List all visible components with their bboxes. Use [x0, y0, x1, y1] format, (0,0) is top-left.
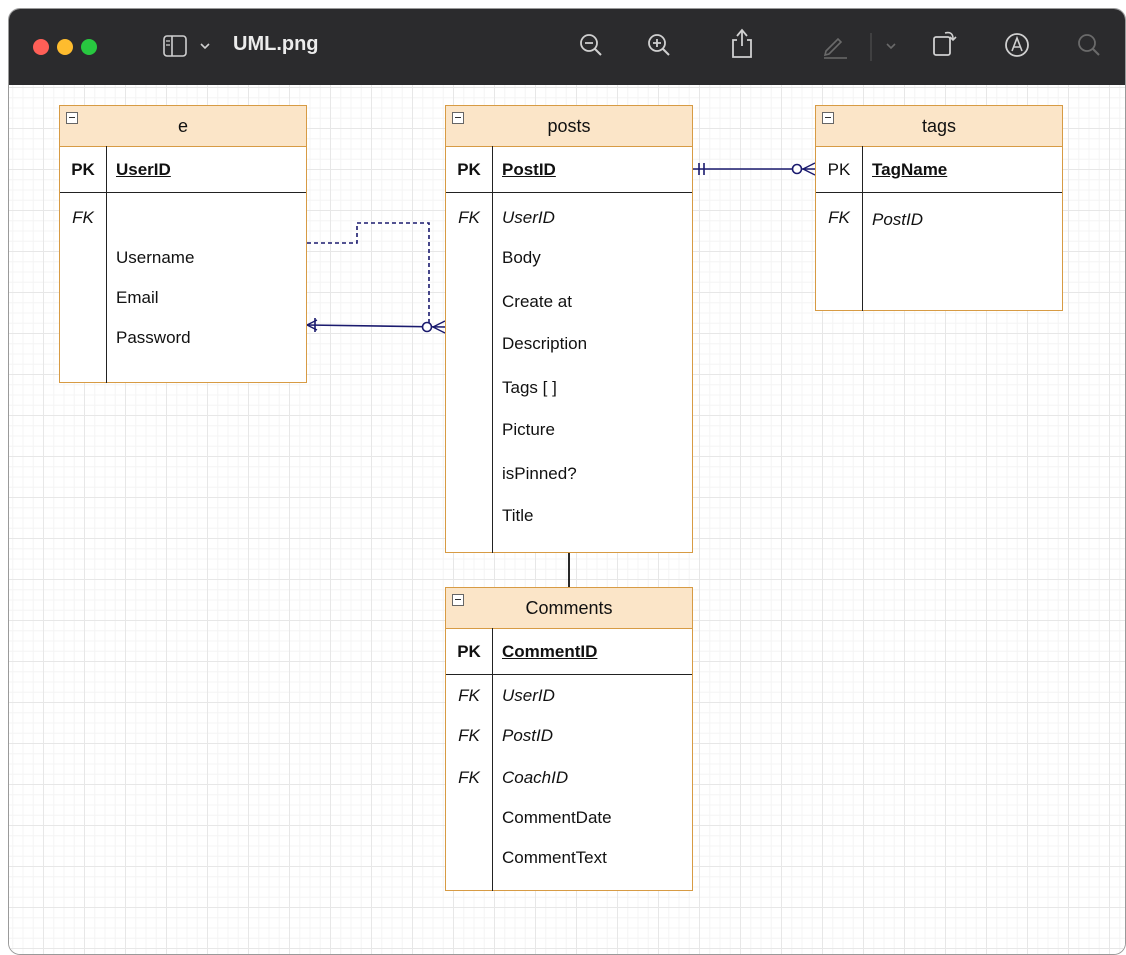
primary-key-row: PK TagName	[816, 146, 1062, 193]
collapse-icon[interactable]	[822, 112, 834, 124]
entity-header: e	[60, 106, 306, 147]
field: PostID	[872, 210, 924, 229]
collapse-icon[interactable]	[452, 112, 464, 124]
field: isPinned?	[502, 464, 577, 483]
fk-label: FK	[72, 208, 94, 227]
entity-header: tags	[816, 106, 1062, 147]
field: Tags [ ]	[502, 378, 557, 397]
entity-title: Comments	[525, 598, 613, 618]
search-icon[interactable]	[1075, 31, 1103, 59]
pk-label: PK	[457, 160, 481, 179]
field: Username	[116, 248, 195, 267]
fk-label: FK	[458, 768, 480, 787]
entity-title: posts	[547, 116, 591, 136]
entity-header: posts	[446, 106, 692, 147]
field: Title	[502, 506, 534, 525]
field: UserID	[502, 686, 555, 705]
collapse-icon[interactable]	[452, 594, 464, 606]
field: CommentText	[502, 848, 607, 867]
image-canvas[interactable]: e PK UserID FK Username Email Password p…	[9, 85, 1125, 954]
pk-label: PK	[71, 160, 95, 179]
field: Description	[502, 334, 588, 353]
entity-e[interactable]: e PK UserID FK Username Email Password	[59, 105, 307, 383]
entity-title: tags	[921, 116, 957, 136]
pk-label: PK	[827, 160, 851, 179]
primary-key-row: PK PostID	[446, 146, 692, 193]
chevron-down-icon[interactable]	[199, 41, 211, 51]
toolbar-divider	[869, 33, 873, 61]
pk-field: TagName	[872, 160, 948, 179]
entity-tags[interactable]: tags PK TagName FK PostID	[815, 105, 1063, 311]
markup-pen-icon[interactable]	[821, 31, 849, 59]
zoom-in-icon[interactable]	[645, 31, 673, 59]
window-title: UML.png	[233, 33, 319, 55]
entity-comments[interactable]: Comments PK CommentID FK UserID FK PostI…	[445, 587, 693, 891]
sidebar-icon[interactable]	[163, 35, 187, 57]
entity-header: Comments	[446, 588, 692, 629]
field: Picture	[502, 420, 555, 439]
field: CoachID	[502, 768, 569, 787]
pk-field: UserID	[116, 160, 171, 179]
fk-label: FK	[458, 208, 480, 227]
field: UserID	[502, 208, 555, 227]
title-bar: UML.png	[9, 9, 1125, 85]
share-icon[interactable]	[729, 27, 755, 59]
pk-field: PostID	[502, 160, 556, 179]
pk-field: CommentID	[502, 642, 598, 661]
pk-label: PK	[457, 642, 481, 661]
rotate-icon[interactable]	[931, 27, 959, 59]
maximize-window-button[interactable]	[81, 39, 97, 55]
zoom-out-icon[interactable]	[577, 31, 605, 59]
field: PostID	[502, 726, 554, 745]
field: Body	[502, 248, 541, 267]
collapse-icon[interactable]	[66, 112, 78, 124]
field: Password	[116, 328, 191, 347]
entity-posts[interactable]: posts PK PostID FK UserID Body Create at…	[445, 105, 693, 553]
chevron-down-icon[interactable]	[885, 41, 897, 51]
field: Email	[116, 288, 159, 307]
close-window-button[interactable]	[33, 39, 49, 55]
fk-label: FK	[458, 686, 480, 705]
field: Create at	[502, 292, 572, 311]
entity-title: e	[177, 116, 188, 136]
fk-label: FK	[458, 726, 480, 745]
minimize-window-button[interactable]	[57, 39, 73, 55]
fk-label: FK	[828, 208, 850, 227]
annotate-icon[interactable]	[1003, 31, 1031, 59]
primary-key-row: PK CommentID	[446, 628, 692, 675]
primary-key-row: PK UserID	[60, 146, 306, 193]
preview-window: UML.png e PK UserID FK Username Email Pa…	[8, 8, 1126, 955]
field: CommentDate	[502, 808, 612, 827]
